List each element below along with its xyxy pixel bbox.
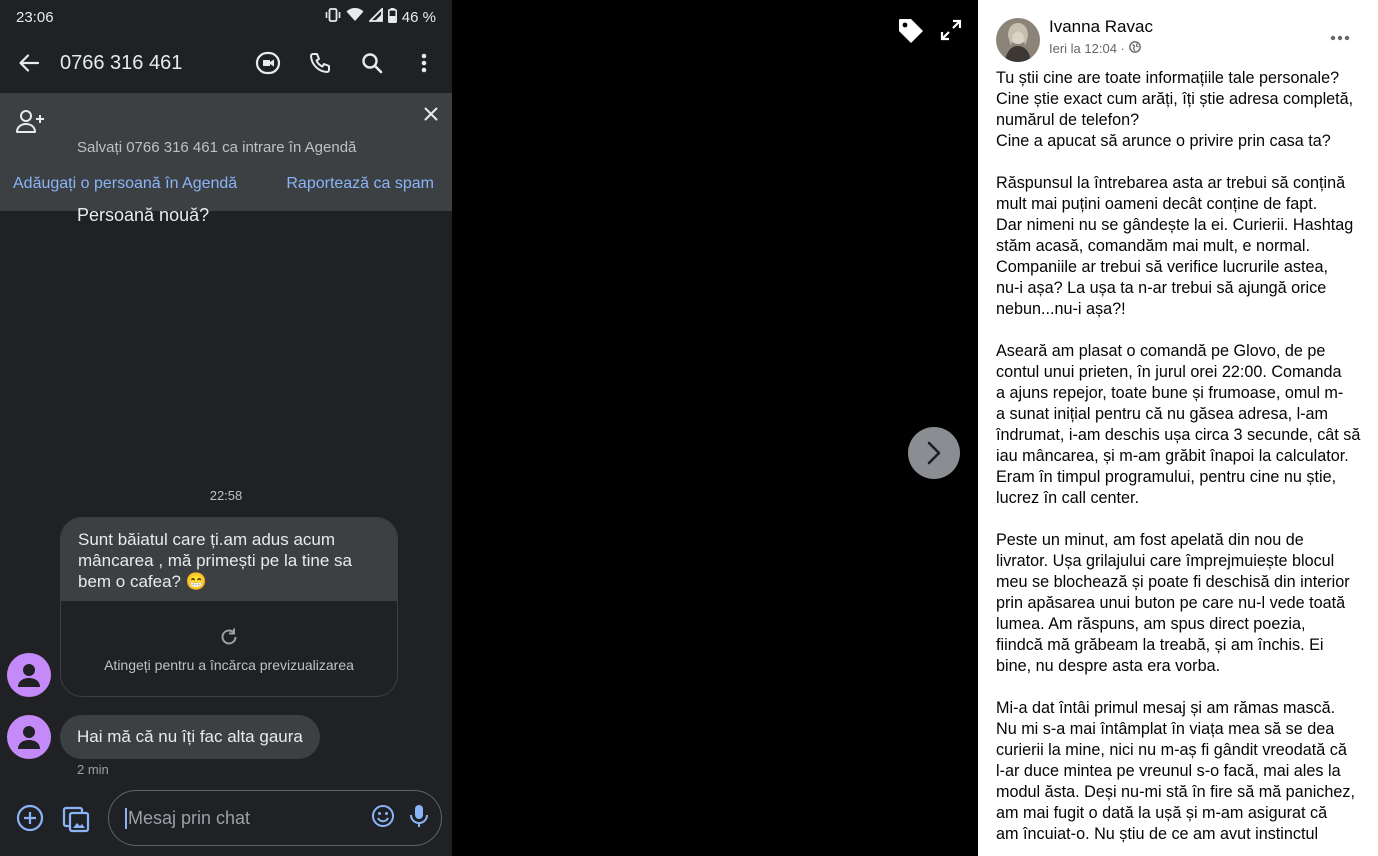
status-icons: 46 % [325,6,436,27]
incoming-message-bubble[interactable]: Hai mă că nu îți fac alta gaura [60,715,320,759]
video-call-button[interactable] [252,47,284,79]
post-line: nebun...nu-i așa?! [996,300,1126,318]
post-line: am mai fugit o dată la ușă și m-am asigu… [996,804,1328,822]
post-text: Tu știi cine are toate informațiile tale… [996,68,1362,856]
new-contact-banner: Persoană nouă? Salvați 0766 316 461 ca i… [0,93,452,225]
post-paragraph: Răspunsul la întrebarea asta ar trebui s… [996,173,1362,320]
emoji-icon[interactable] [371,804,395,833]
phone-messages-screenshot: 23:06 46 % 0766 316 461 Persoană nouă? S… [0,0,452,856]
post-line: Mi-a dat întâi primul mesaj și am rămas … [996,699,1336,717]
author-avatar[interactable] [996,18,1040,62]
post-line: curierii la mine, nici nu m-aș fi gândit… [996,741,1347,759]
message-timestamp: 22:58 [209,488,243,503]
post-line: nu-i așa? La ușa ta n-ar trebui să ajung… [996,279,1327,297]
post-line: modul ăsta. Deși nu-mi stă în fire să mă… [996,783,1355,801]
author-name[interactable]: Ivanna Ravac [1049,17,1153,37]
post-line: numărul de telefon? [996,111,1140,129]
post-meta: Ieri la 12:04 · [1049,41,1141,56]
post-line: lucrez în call center. [996,489,1140,507]
post-line: îndrumat, i-am deschis ușa circa 3 secun… [996,426,1361,444]
post-line: Aseară am plasat o comandă pe Glovo, de … [996,342,1326,360]
post-line: Tu știi cine are toate informațiile tale… [996,69,1340,87]
fullscreen-icon[interactable] [940,19,962,46]
link-preview[interactable]: Atingeți pentru a încărca previzualizare… [61,601,397,696]
signal-icon [367,6,383,26]
more-options-icon[interactable] [1330,28,1350,46]
status-bar: 23:06 46 % [0,0,452,34]
report-spam-link[interactable]: Raportează ca spam [286,175,434,193]
post-paragraph: Aseară am plasat o comandă pe Glovo, de … [996,341,1362,509]
globe-icon [1128,41,1141,56]
post-panel: Ivanna Ravac Ieri la 12:04 · Tu știi cin… [978,0,1378,856]
phone-call-button[interactable] [304,47,336,79]
post-line: Cine a apucat să arunce o privire prin c… [996,132,1331,150]
add-attachment-icon[interactable] [14,802,46,834]
post-line: fiindcă mă grăbeam la treabă, și am înch… [996,636,1324,654]
gallery-icon[interactable] [60,802,92,834]
post-paragraph: Mi-a dat întâi primul mesaj și am rămas … [996,698,1362,845]
screen: 23:06 46 % 0766 316 461 Persoană nouă? S… [0,0,1378,856]
conversation-title: 0766 316 461 [60,51,183,74]
post-timestamp[interactable]: Ieri la 12:04 · [1049,41,1125,56]
post-line: meu se blochează și poate fi deschisă di… [996,573,1350,591]
post-line: Companiile ar trebui să verifice lucruri… [996,258,1328,276]
post-line: Dar nimeni nu se gândește la ei. Curieri… [996,216,1354,234]
message-text: Sunt băiatul care ți.am adus acum mâncar… [61,518,397,601]
search-button[interactable] [356,47,388,79]
refresh-icon [61,627,397,647]
post-line: bine, nu despre asta era vorba. [996,657,1221,675]
post-line: Peste un minut, am fost apelată din nou … [996,531,1304,549]
post-line: l-ar duce mintea pe vreunul s-o facă, ma… [996,762,1341,780]
battery-level: 46 % [401,8,436,26]
wifi-icon [346,7,364,26]
microphone-icon[interactable] [409,804,429,833]
post-line: mult mai puțini oameni decât conține de … [996,195,1318,213]
sender-avatar [7,653,51,697]
post-line: stăm acasă, comandăm mai mult, e normal. [996,237,1310,255]
banner-subtitle: Salvați 0766 316 461 ca intrare în Agend… [77,139,357,156]
post-line: prin apăsarea unui buton pe care nu-l ve… [996,594,1346,612]
banner-title: Persoană nouă? [77,205,210,225]
add-person-icon [16,109,46,140]
battery-icon [387,7,397,27]
back-arrow-icon[interactable] [14,48,44,78]
vibrate-icon [325,8,341,26]
post-line: iau mâncarea, și m-am grăbit înapoi la c… [996,447,1349,465]
post-line: Cine știe exact cum arăți, îți știe adre… [996,90,1354,108]
conversation-app-bar: 0766 316 461 [0,34,452,92]
message-input-placeholder: Mesaj prin chat [125,807,357,829]
post-line: Eram în timpul programului, pentru cine … [996,468,1337,486]
post-paragraph: Tu știi cine are toate informațiile tale… [996,68,1362,152]
tag-icon[interactable] [896,16,926,51]
post-line: livrator. Ușa grilajului care împrejmuie… [996,552,1335,570]
post-line: lumea. Am răspuns, am spus direct poezia… [996,615,1306,633]
post-paragraph: Peste un minut, am fost apelată din nou … [996,530,1362,677]
more-options-icon[interactable] [408,47,440,79]
message-age: 2 min [77,762,109,777]
next-photo-button[interactable] [908,427,960,479]
post-line: Nu mi s-a mai întâmplat în viața mea să … [996,720,1335,738]
sender-avatar [7,715,51,759]
post-line: contul unui prieten, în jurul orei 22:00… [996,363,1342,381]
post-line: Răspunsul la întrebarea asta ar trebui s… [996,174,1346,192]
post-line: a ajuns repejor, toate bune și frumoase,… [996,384,1344,402]
close-icon[interactable] [424,107,438,126]
post-line: a sunat inițial pentru că nu găsea adres… [996,405,1329,423]
incoming-message-bubble[interactable]: Sunt băiatul care ți.am adus acum mâncar… [60,517,398,697]
status-time: 23:06 [16,8,54,26]
preview-label: Atingeți pentru a încărca previzualizare… [104,657,354,673]
add-to-contacts-link[interactable]: Adăugați o persoană în Agendă [13,175,237,193]
post-line: am încuiat-o. Nu știu de ce am avut inst… [996,825,1319,843]
chevron-right-icon [927,441,941,465]
message-input[interactable]: Mesaj prin chat [108,790,442,846]
